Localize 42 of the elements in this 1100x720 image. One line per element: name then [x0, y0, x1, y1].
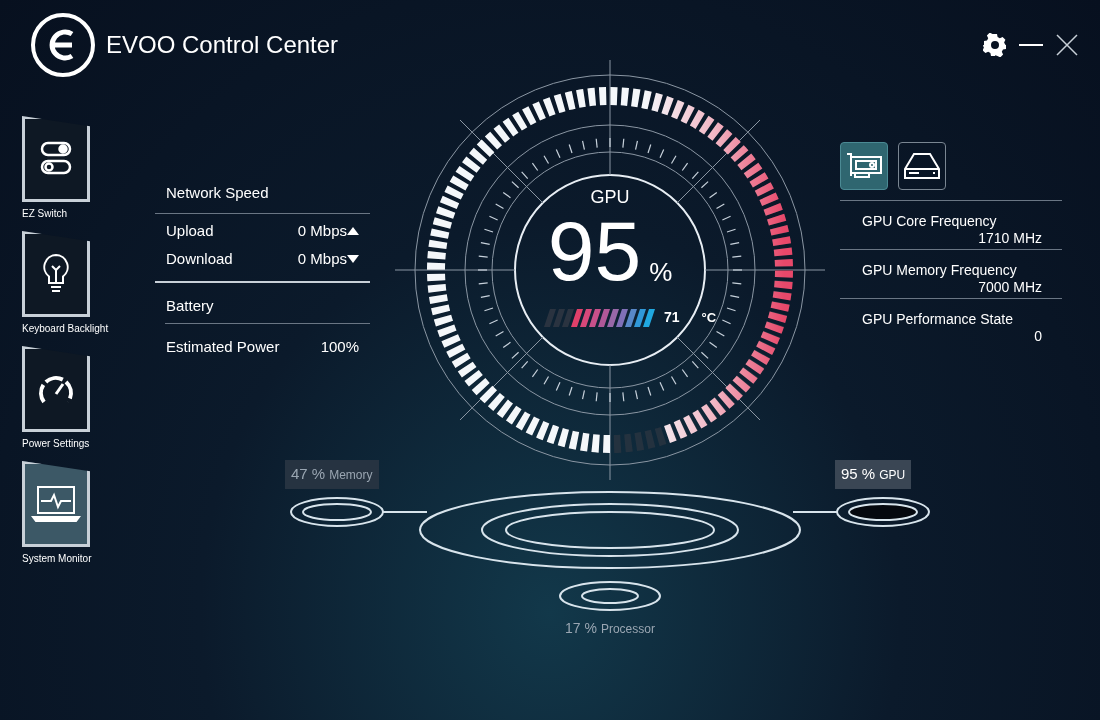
down-triangle-icon: [347, 255, 359, 264]
up-triangle-icon: [347, 226, 359, 235]
stat-value: 7000 MHz: [978, 279, 1042, 296]
usage-value: 95 %: [841, 464, 876, 484]
stat-value: 1710 MHz: [978, 230, 1042, 247]
usage-label: Processor: [600, 621, 655, 638]
graphics-card-icon: [845, 151, 883, 181]
stat-value: 0 Mbps: [297, 249, 347, 269]
window-title: EVOO Control Center: [106, 30, 339, 60]
light-bulb-icon: [41, 253, 71, 295]
stat-value: 0: [1034, 328, 1042, 345]
temperature-unit: °C: [701, 309, 717, 328]
stat-label: Estimated Power: [166, 337, 280, 357]
usage-label: Memory: [329, 467, 373, 484]
section-title: Battery: [165, 282, 370, 324]
sidebar-item[interactable]: Keyboard Backlight: [22, 231, 150, 336]
stat-label: GPU Performance State: [862, 311, 1014, 328]
stat-label: Download: [166, 249, 233, 269]
section-title: Network Speed: [155, 182, 370, 214]
usage-value: 17 %: [565, 619, 597, 638]
stat-label: Upload: [166, 220, 214, 241]
minimize-icon: [1019, 44, 1043, 46]
stat-value: 0 Mbps: [297, 220, 347, 241]
hard-drive-icon: [902, 151, 942, 181]
usage-label: GPU: [879, 467, 906, 484]
settings-icon: [983, 33, 1007, 57]
gauge-value: 95: [547, 216, 642, 288]
sidebar-item[interactable]: System Monitor: [22, 461, 150, 566]
close-icon: [1056, 34, 1078, 56]
heartbeat-monitor-icon: [30, 484, 82, 524]
stat-label: GPU Core Frequency: [862, 213, 998, 230]
gauge-unit: %: [649, 259, 673, 286]
app-logo: [30, 12, 96, 78]
stat-value: 100%: [320, 337, 359, 357]
usage-value: 47 %: [291, 464, 326, 484]
device-tab[interactable]: [840, 142, 888, 190]
sidebar-item[interactable]: EZ Switch: [22, 116, 150, 221]
stat-label: GPU Memory Frequency: [862, 262, 1018, 279]
gauge-label: GPU: [590, 188, 630, 206]
temperature-value: 71: [663, 308, 680, 328]
device-tab[interactable]: [898, 142, 946, 190]
sidebar-item[interactable]: Power Settings: [22, 346, 150, 451]
